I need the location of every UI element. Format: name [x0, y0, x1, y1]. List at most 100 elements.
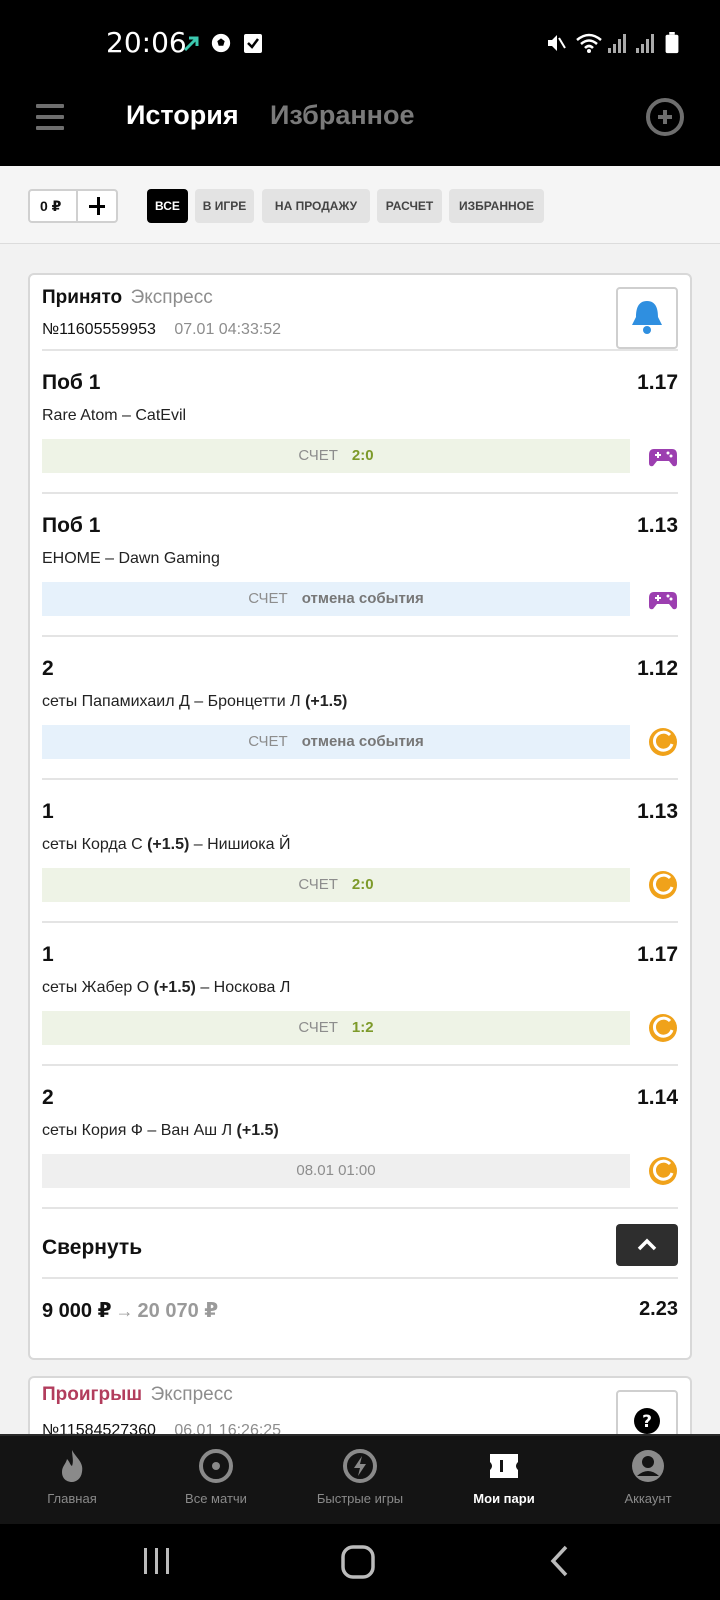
event-outcome: Поб 1 — [42, 371, 101, 394]
event-score: СЧЕТ отмена события — [42, 725, 630, 759]
tennis-ball-icon — [649, 728, 677, 756]
event-row: Поб 1 1.17 Rare Atom – CatEvil СЧЕТ 2:0 — [42, 351, 678, 494]
event-score: СЧЕТ 2:0 — [42, 868, 630, 902]
status-bar: 20:06 — [0, 0, 720, 86]
event-odd: 1.17 — [637, 943, 678, 966]
chevron-up-icon — [637, 1238, 657, 1251]
trend-arrow-icon — [183, 36, 199, 52]
balance-value: 0 ₽ — [30, 191, 78, 221]
account-icon — [632, 1450, 664, 1482]
gamepad-icon — [649, 592, 677, 610]
event-score: СЧЕТ 1:2 — [42, 1011, 630, 1045]
signal-icon — [608, 34, 626, 53]
tennis-ball-icon — [649, 871, 677, 899]
filter-all[interactable]: ВСЕ — [147, 189, 188, 223]
bet-header: Принято Экспресс — [42, 287, 213, 309]
event-row: 2 1.12 сеты Папамихаил Д – Бронцетти Л (… — [42, 637, 678, 780]
bet-datetime: 07.01 04:33:52 — [174, 321, 282, 338]
mute-icon — [548, 35, 566, 51]
flame-icon — [62, 1450, 83, 1482]
event-row: Поб 1 1.13 EHOME – Dawn Gaming СЧЕТ отмен… — [42, 494, 678, 637]
filter-favorites[interactable]: ИЗБРАННОЕ — [449, 189, 544, 223]
event-name: сеты Корда С (+1.5) – Нишиока Й — [42, 836, 291, 853]
nav-quick-games[interactable]: Быстрые игры — [290, 1448, 430, 1506]
collapse-label[interactable]: Свернуть — [42, 1236, 142, 1260]
event-name: Rare Atom – CatEvil — [42, 407, 187, 424]
event-outcome: 1 — [42, 943, 54, 966]
event-outcome: 1 — [42, 800, 54, 823]
stake-amount: 9 000 ₽ — [42, 1300, 112, 1322]
event-outcome: 2 — [42, 1086, 54, 1109]
bet-summary: 9 000 ₽ → 20 070 ₽ 2.23 — [42, 1292, 678, 1332]
target-icon — [199, 1449, 233, 1483]
recent-apps-icon[interactable] — [140, 1544, 174, 1578]
bet-kind: Экспресс — [130, 287, 213, 308]
add-circle-icon[interactable] — [646, 98, 684, 136]
event-score: СЧЕТ 2:0 — [42, 439, 630, 473]
bet-card[interactable]: Принято Экспресс №11605559953 07.01 04:3… — [28, 273, 692, 1360]
event-outcome: 2 — [42, 657, 54, 680]
event-outcome: Поб 1 — [42, 514, 101, 537]
filter-bar: 0 ₽ ВСЕ В ИГРЕ НА ПРОДАЖУ РАСЧЕТ ИЗБРАНН… — [0, 166, 720, 244]
tennis-ball-icon — [649, 1014, 677, 1042]
nav-my-bets[interactable]: Мои пари — [434, 1448, 574, 1506]
arrow-right-icon: → — [115, 1301, 134, 1321]
event-name: EHOME – Dawn Gaming — [42, 550, 220, 567]
balance-widget[interactable]: 0 ₽ — [28, 189, 118, 223]
bet-kind: Экспресс — [150, 1384, 233, 1405]
event-score: СЧЕТ отмена события — [42, 582, 630, 616]
event-odd: 1.13 — [637, 800, 678, 823]
ticket-icon — [490, 1454, 518, 1478]
plus-icon[interactable] — [78, 191, 116, 221]
bet-card[interactable]: Проигрыш Экспресс №11584527360 06.01 16:… — [28, 1376, 692, 1436]
back-icon[interactable] — [548, 1544, 572, 1578]
collapse-button[interactable] — [616, 1224, 678, 1266]
event-name: сеты Жабер О (+1.5) – Носкова Л — [42, 979, 291, 996]
filter-live[interactable]: В ИГРЕ — [195, 189, 254, 223]
filter-settled[interactable]: РАСЧЕТ — [377, 189, 442, 223]
menu-icon[interactable] — [36, 104, 64, 132]
collapse-row[interactable]: Свернуть — [42, 1224, 678, 1272]
event-odd: 1.17 — [637, 371, 678, 394]
lightning-circle-icon — [343, 1449, 377, 1483]
status-time: 20:06 — [106, 26, 187, 59]
event-row: 2 1.14 сеты Кория Ф – Ван Аш Л (+1.5) 08… — [42, 1066, 678, 1209]
total-odd: 2.23 — [639, 1298, 678, 1320]
tennis-ball-icon — [649, 1157, 677, 1185]
battery-icon — [665, 32, 679, 54]
bet-status: Проигрыш — [42, 1384, 143, 1405]
nav-account[interactable]: Аккаунт — [578, 1448, 718, 1506]
app-bar: История Избранное — [0, 86, 720, 166]
tab-favorites[interactable]: Избранное — [270, 100, 414, 131]
notification-button[interactable] — [616, 287, 678, 349]
event-row: 1 1.17 сеты Жабер О (+1.5) – Носкова Л С… — [42, 923, 678, 1066]
event-odd: 1.14 — [637, 1086, 678, 1109]
wifi-icon — [576, 33, 602, 53]
event-name: сеты Папамихаил Д – Бронцетти Л (+1.5) — [42, 693, 348, 710]
signal-2-icon — [636, 34, 654, 53]
event-odd: 1.13 — [637, 514, 678, 537]
nav-all-matches[interactable]: Все матчи — [146, 1448, 286, 1506]
bet-id-row: №11605559953 07.01 04:33:52 — [42, 321, 281, 339]
svg-text:?: ? — [642, 1412, 652, 1432]
event-odd: 1.12 — [637, 657, 678, 680]
divider — [42, 1207, 678, 1209]
win-amount: 20 070 ₽ — [137, 1300, 219, 1322]
bet-number: №11605559953 — [42, 321, 156, 338]
event-name: сеты Кория Ф – Ван Аш Л (+1.5) — [42, 1122, 279, 1139]
bell-icon — [632, 301, 662, 334]
event-start-time: 08.01 01:00 — [42, 1154, 630, 1188]
bet-status: Принято — [42, 287, 123, 308]
filter-for-sale[interactable]: НА ПРОДАЖУ — [262, 189, 370, 223]
bottom-nav: Главная Все матчи Быстрые игры Мои пари … — [0, 1434, 720, 1524]
help-button[interactable]: ? — [616, 1390, 678, 1436]
bet-header: Проигрыш Экспресс — [42, 1384, 233, 1406]
gamepad-icon — [649, 449, 677, 467]
soccer-ball-icon — [211, 33, 231, 53]
tab-history[interactable]: История — [126, 100, 239, 131]
nav-home[interactable]: Главная — [2, 1448, 142, 1506]
divider — [42, 1277, 678, 1279]
clipboard-check-icon — [244, 34, 262, 53]
home-icon[interactable] — [340, 1544, 376, 1580]
system-nav-bar — [0, 1524, 720, 1600]
